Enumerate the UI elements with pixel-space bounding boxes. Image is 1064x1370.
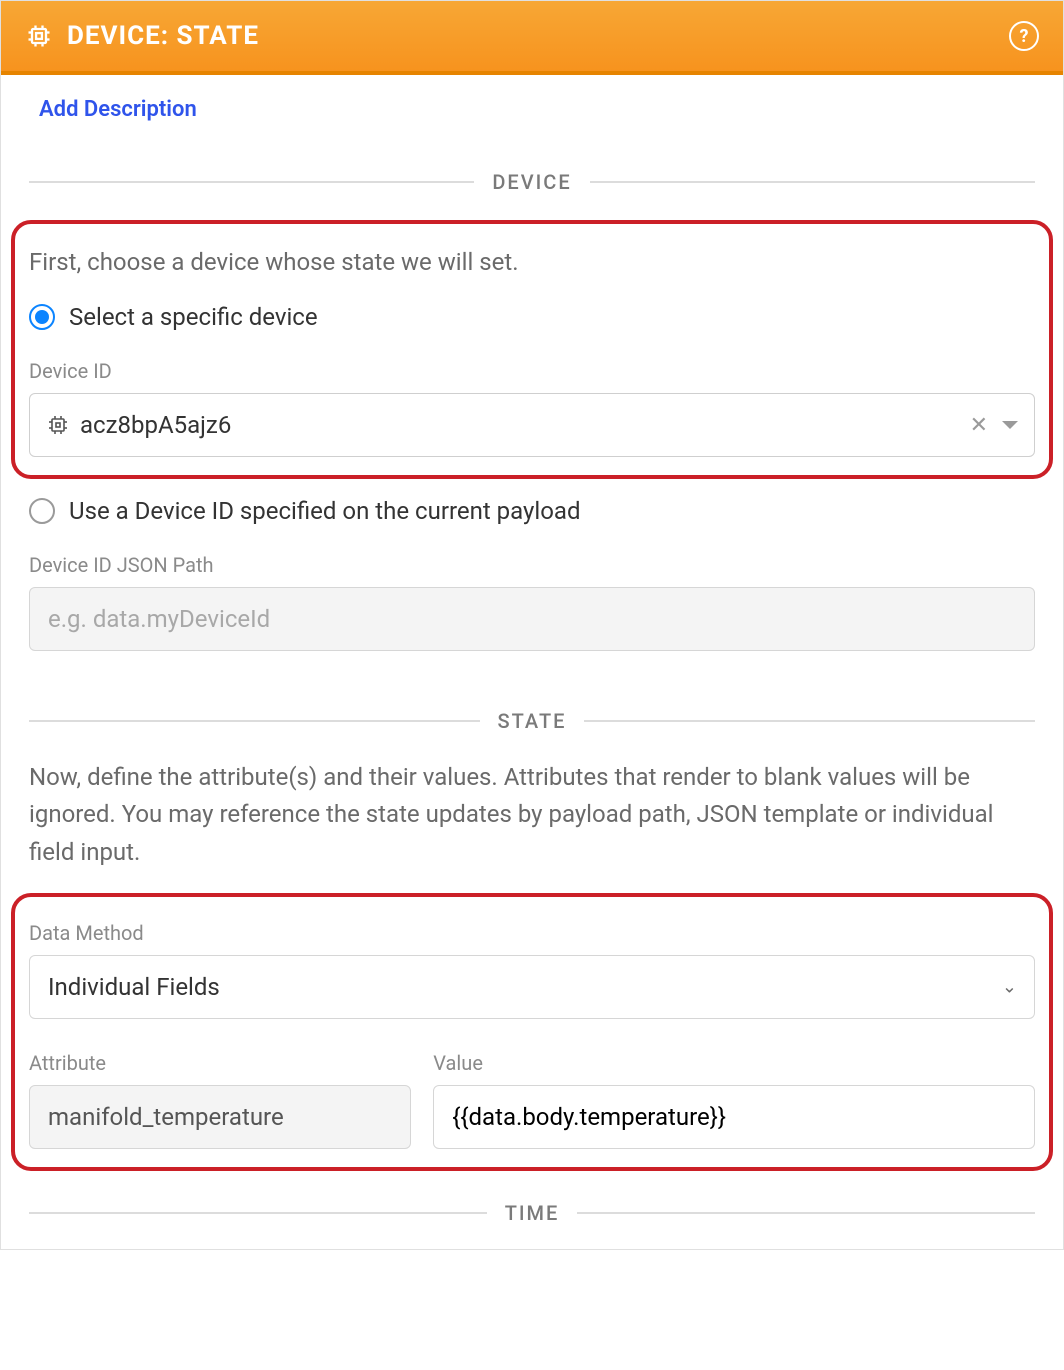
section-label-state: STATE bbox=[480, 709, 585, 733]
section-label-time: TIME bbox=[487, 1201, 578, 1225]
device-id-value: acz8bpA5ajz6 bbox=[80, 411, 970, 439]
section-divider-device: DEVICE bbox=[29, 170, 1035, 194]
state-data-method-highlight: Data Method Individual Fields ⌄ Attribut… bbox=[11, 893, 1053, 1171]
state-instruction: Now, define the attribute(s) and their v… bbox=[29, 759, 1035, 871]
panel-header: DEVICE: STATE ? bbox=[1, 1, 1063, 75]
radio-use-payload-device-id[interactable]: Use a Device ID specified on the current… bbox=[29, 497, 1035, 525]
device-id-label: Device ID bbox=[29, 359, 1035, 383]
add-description-link[interactable]: Add Description bbox=[29, 75, 1035, 152]
data-method-select[interactable]: Individual Fields bbox=[29, 955, 1035, 1019]
device-state-panel: DEVICE: STATE ? Add Description DEVICE F… bbox=[0, 0, 1064, 1250]
device-instruction: First, choose a device whose state we wi… bbox=[29, 244, 1035, 281]
device-id-select[interactable]: acz8bpA5ajz6 ✕ bbox=[29, 393, 1035, 457]
chevron-down-icon bbox=[1002, 421, 1018, 429]
attribute-header: Attribute bbox=[29, 1051, 411, 1075]
section-divider-time: TIME bbox=[29, 1201, 1035, 1225]
radio-input-selected[interactable] bbox=[29, 304, 55, 330]
data-method-label: Data Method bbox=[29, 921, 1035, 945]
attribute-input[interactable]: manifold_temperature bbox=[29, 1085, 411, 1149]
clear-icon[interactable]: ✕ bbox=[970, 413, 988, 438]
radio-label-payload: Use a Device ID specified on the current… bbox=[69, 497, 581, 525]
panel-title: DEVICE: STATE bbox=[67, 21, 259, 51]
chip-icon bbox=[46, 413, 70, 437]
attribute-value: manifold_temperature bbox=[48, 1103, 284, 1131]
device-selection-highlight: First, choose a device whose state we wi… bbox=[11, 220, 1053, 479]
chip-icon bbox=[25, 22, 53, 50]
radio-input-unselected[interactable] bbox=[29, 498, 55, 524]
radio-select-specific-device[interactable]: Select a specific device bbox=[29, 303, 1035, 331]
radio-label-specific: Select a specific device bbox=[69, 303, 318, 331]
section-label-device: DEVICE bbox=[474, 170, 589, 194]
device-id-json-path-input bbox=[29, 587, 1035, 651]
help-icon[interactable]: ? bbox=[1009, 21, 1039, 51]
section-divider-state: STATE bbox=[29, 709, 1035, 733]
value-header: Value bbox=[433, 1051, 1035, 1075]
device-id-json-path-label: Device ID JSON Path bbox=[29, 553, 1035, 577]
value-input[interactable] bbox=[433, 1085, 1035, 1149]
